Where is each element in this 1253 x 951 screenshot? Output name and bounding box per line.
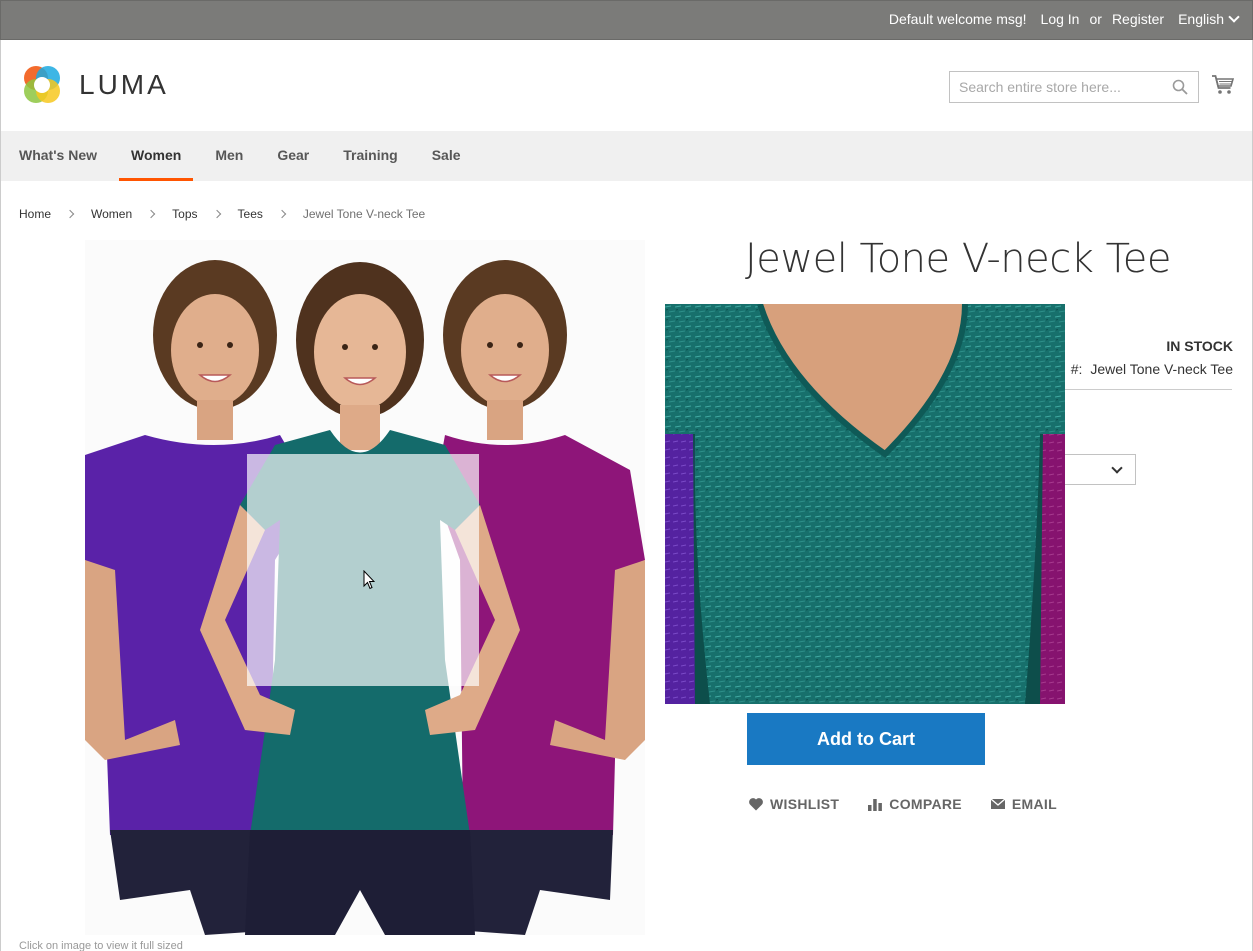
search-input[interactable] [950, 72, 1160, 102]
search-box [949, 71, 1199, 103]
search-icon[interactable] [1172, 79, 1188, 95]
breadcrumb: Home Women Tops Tees Jewel Tone V-neck T… [19, 207, 425, 221]
chevron-right-icon [212, 209, 221, 219]
product-actions: Wishlist Compare Email [748, 796, 1057, 812]
divider [1065, 389, 1232, 390]
logo-text: LUMA [79, 69, 169, 100]
or-text: or [1089, 11, 1102, 27]
login-link[interactable]: Log In [1041, 11, 1080, 27]
heart-icon [749, 798, 763, 811]
nav-item-whats-new[interactable]: What's New [19, 131, 97, 181]
luma-logo-icon [24, 66, 60, 103]
register-link[interactable]: Register [1112, 11, 1164, 27]
bar-chart-icon [868, 799, 883, 811]
breadcrumb-current: Jewel Tone V-neck Tee [302, 207, 426, 221]
main-nav: What's New Women Men Gear Training Sale [0, 131, 1253, 181]
logo[interactable]: LUMA [19, 62, 169, 108]
product-title: Jewel Tone V-neck Tee [745, 236, 1171, 282]
compare-label: Compare [889, 796, 962, 812]
welcome-message: Default welcome msg! [888, 11, 1027, 27]
nav-item-gear[interactable]: Gear [277, 131, 309, 181]
zoom-viewer [665, 304, 1065, 704]
breadcrumb-home[interactable]: Home [19, 207, 51, 221]
cart-icon[interactable] [1211, 73, 1235, 97]
wishlist-link[interactable]: Wishlist [748, 796, 839, 812]
frame-border-left [0, 181, 1, 951]
mouse-cursor-icon [363, 570, 375, 590]
sku-label: #: [1070, 361, 1083, 377]
top-bar: Default welcome msg! Log In or Register … [0, 0, 1253, 40]
email-link[interactable]: Email [990, 796, 1057, 812]
chevron-right-icon [277, 209, 287, 219]
nav-item-women[interactable]: Women [119, 131, 194, 181]
product-sku: #: Jewel Tone V-neck Tee [1071, 361, 1233, 377]
breadcrumb-women[interactable]: Women [91, 207, 132, 221]
wishlist-label: Wishlist [770, 796, 840, 812]
chevron-right-icon [65, 209, 75, 219]
sku-value: Jewel Tone V-neck Tee [1090, 361, 1233, 377]
zoomed-product-image [665, 304, 1065, 704]
chevron-right-icon [146, 209, 156, 219]
gallery-caption: Click on image to view it full sized [19, 940, 183, 951]
nav-item-training[interactable]: Training [343, 131, 397, 181]
header: LUMA [0, 40, 1253, 131]
nav-item-sale[interactable]: Sale [432, 131, 461, 181]
chevron-down-icon [1111, 462, 1123, 474]
language-switcher[interactable]: English [1178, 11, 1240, 27]
stock-status: In stock [1166, 338, 1233, 354]
compare-link[interactable]: Compare [867, 796, 962, 812]
envelope-icon [990, 798, 1006, 809]
top-links: Default welcome msg! Log In or Register … [888, 11, 1240, 27]
breadcrumb-tees[interactable]: Tees [238, 207, 263, 221]
breadcrumb-tops[interactable]: Tops [172, 207, 197, 221]
language-label: English [1178, 11, 1224, 27]
add-to-cart-button[interactable]: Add to Cart [747, 713, 985, 765]
chevron-down-icon [1228, 11, 1240, 23]
nav-item-men[interactable]: Men [215, 131, 243, 181]
email-label: Email [1011, 796, 1057, 812]
